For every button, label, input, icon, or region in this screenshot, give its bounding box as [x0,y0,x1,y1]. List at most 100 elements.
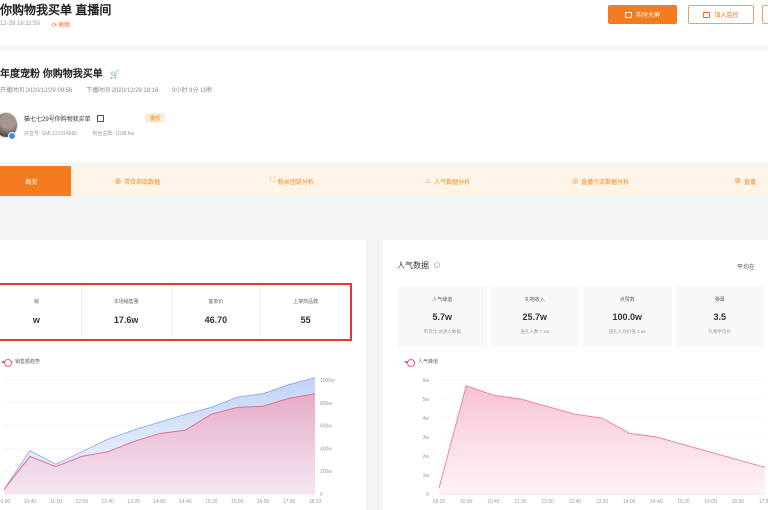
sales-chart-legend[interactable]: 销售额趋势 [2,358,41,367]
x-tick-label: 13:20 [596,499,609,505]
x-tick-label: 10:00 [460,499,473,505]
metric-value: 3.5 [713,312,726,322]
sales-metric: 销 w [0,285,81,339]
bag-icon: ◍ [115,178,122,185]
metric-sub: 送礼人均价值 3.56 [608,329,646,334]
x-tick-label: 14:40 [650,499,663,505]
y-tick-label: 6w [423,378,430,384]
series-area-lower [4,393,315,494]
refresh-icon: ⟳ [52,23,58,29]
metric-label: 客单价 [208,299,224,305]
legend-swatch [2,358,12,367]
y-tick-label: 600w [320,424,332,430]
link-icon: ⊞ [735,178,741,185]
average-online-link[interactable]: 平均在 [737,262,755,271]
tab-products[interactable]: ◍ 带货商品数据 [115,166,160,196]
popularity-metric: 弹幕 3.5 礼物平均价 [675,287,764,347]
x-tick-label: 11:20 [50,499,62,505]
metric-sub: 带货比:总进人数据 [423,329,461,334]
sales-metric: 上架商品数 55 [260,285,350,339]
legend-label: 人气峰值 [418,359,439,365]
page-title: 你购物我买单 直播间 [0,3,112,17]
metric-label: 礼物收入 [524,297,545,303]
popularity-metric: 礼物收入 25.7w 送礼人数 7.2w [490,287,579,347]
x-tick-label: 16:50 [732,499,745,505]
legend-swatch [405,358,415,367]
target-icon: ◎ [572,178,579,185]
tab-fans-label: 粉丝团链分析 [277,179,314,186]
page-header: 你购物我买单 直播间 12-29 18:11:50 ⟳ 刷新 实时大屏 加入监控 [0,0,768,46]
x-tick-label: 16:50 [257,499,270,505]
help-icon[interactable] [434,262,441,268]
metric-value: 25.7w [522,312,548,322]
x-tick-label: 14:00 [623,499,636,505]
tab-fans[interactable]: ⛶ 粉丝团链分析 [270,166,314,196]
x-tick-label: 17:30 [283,499,296,505]
tab-live[interactable]: ⊞ 直播 [735,166,756,196]
metric-value: w [32,315,40,325]
verified-icon [8,132,16,140]
x-tick-label: 10:00 [0,499,10,505]
tab-popularity[interactable]: ♨ 人气数据分析 [425,166,470,196]
add-monitor-label: 加入监控 [714,13,739,19]
anchor-meta: 抖音号: SML121314666 粉丝总数: 1038.6w [24,130,148,137]
popularity-metrics: 人气峰值 5.7w 带货比:总进人数据 礼物收入 25.7w 送礼人数 7.2w… [398,287,768,347]
tab-products-label: 带货商品数据 [124,179,161,186]
popularity-metric: 人气峰值 5.7w 带货比:总进人数据 [398,287,487,347]
tab-traffic-label: 直播引流数据分析 [581,179,630,186]
more-button[interactable] [762,5,768,24]
x-tick-label: 16:00 [704,499,717,505]
metric-label: 弹幕 [714,297,725,303]
y-tick-label: 2w [423,454,430,460]
refresh-link[interactable]: ⟳ 刷新 [52,20,71,29]
room-name: 年度宠粉 你购物我买单 🛒 [0,65,120,80]
flame-icon: ♨ [425,178,432,185]
x-tick-label: 12:00 [541,499,554,505]
tab-overview[interactable]: 概览 [0,166,71,196]
anchor-name[interactable]: 猫七七29号你购物我买单 [24,114,105,123]
sales-trend-chart: 1000w 800w 600w 400w 200w 0 10:00 10:40 11:20 12:… [0,377,335,505]
room-name-text: 年度宠粉 你购物我买单 [0,69,103,80]
series-area [439,385,765,494]
x-tick-label: 11:20 [514,499,526,505]
x-tick-label: 15:20 [677,499,690,505]
metric-value: 55 [300,315,311,325]
refresh-label: 刷新 [58,23,71,29]
live-time: 12-29 18:11:50 [0,21,40,27]
qrcode-icon[interactable] [97,115,105,122]
legend-label: 销售额趋势 [15,359,41,365]
network-icon: ⛶ [270,177,275,184]
popularity-title: 人气数据 [397,261,429,270]
sales-metrics-highlight: 销 w 本场销售量 17.6w 客单价 46.70 上架商品数 55 [0,283,352,341]
x-tick-label: 09:20 [433,499,446,505]
tab-traffic[interactable]: ◎ 直播引流数据分析 [572,166,629,196]
popularity-chart-legend[interactable]: 人气峰值 [405,358,439,367]
x-tick-label: 12:40 [101,499,114,505]
y-tick-label: 400w [320,446,332,452]
x-tick-label: 13:20 [127,499,140,505]
y-tick-label: 800w [320,401,332,407]
x-tick-label: 12:40 [569,499,582,505]
live-times: 开播时间 2020/12/29 09:56 下播时间 2020/12/29 18… [0,85,225,94]
live-info-card: 年度宠粉 你购物我买单 🛒 开播时间 2020/12/29 09:56 下播时间… [0,50,768,162]
sales-metric: 本场销售量 17.6w [80,285,171,339]
metric-label: 点赞数 [619,297,635,303]
realtime-screen-button[interactable]: 实时大屏 [608,5,677,24]
metric-value: 17.6w [113,315,139,325]
metric-sub: 送礼人数 7.2w [520,329,550,334]
x-tick-label: 14:40 [179,499,192,505]
panel-title: 人气数据 [397,260,441,271]
add-monitor-button[interactable]: 加入监控 [688,5,754,24]
metric-value: 100.0w [612,312,643,322]
tab-live-label: 直播 [743,179,756,186]
y-tick-label: 0 [320,492,323,498]
y-tick-label: 3w [423,435,430,441]
x-tick-label: 18:10 [309,499,322,505]
x-tick-label: 15:20 [205,499,218,505]
start-time: 开播时间 2020/12/29 09:56 [0,88,73,94]
x-tick-label: 12:00 [75,499,88,505]
tab-popularity-label: 人气数据分析 [434,179,471,186]
end-time: 下播时间 2020/12/29 18:16 [86,88,159,94]
metric-sub: 礼物平均价 [708,329,732,334]
y-tick-label: 200w [320,469,332,475]
